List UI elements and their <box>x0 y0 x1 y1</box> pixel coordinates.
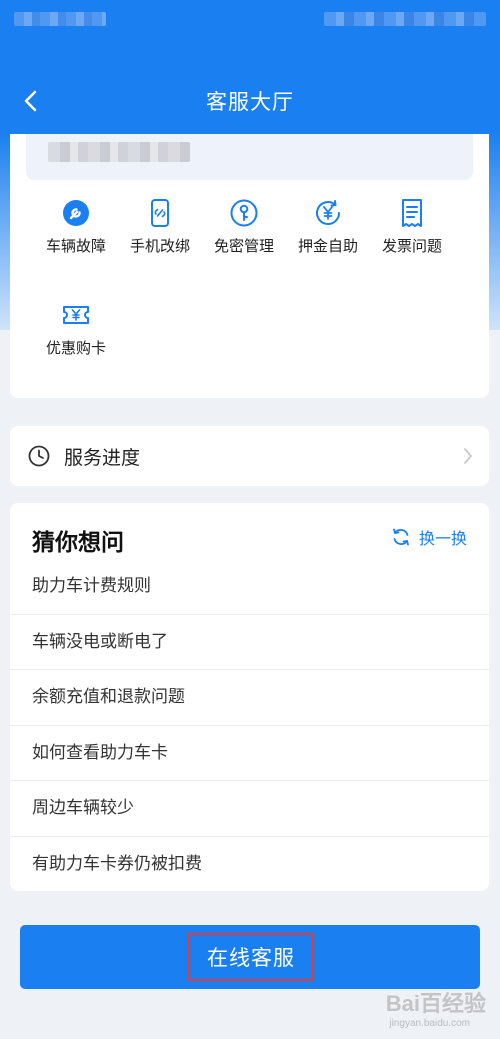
clock-icon <box>28 445 50 467</box>
yen-refresh-icon <box>311 196 345 230</box>
faq-item[interactable]: 周边车辆较少 <box>10 781 489 837</box>
tool-label: 发票问题 <box>381 237 442 255</box>
nav-bar: 客服大厅 <box>0 66 500 136</box>
online-service-label: 在线客服 <box>188 933 314 981</box>
tool-password-free[interactable]: 免密管理 <box>208 196 280 256</box>
faq-item[interactable]: 助力车计费规则 <box>10 559 489 615</box>
faq-item[interactable]: 如何查看助力车卡 <box>10 726 489 781</box>
watermark-url: jingyan.baidu.com <box>389 1018 470 1029</box>
invoice-icon <box>395 196 429 230</box>
coupon-card-icon <box>59 298 93 332</box>
tool-label: 车辆故障 <box>45 237 106 255</box>
tool-label: 免密管理 <box>213 237 274 255</box>
faq-item[interactable]: 有助力车卡券仍被扣费 <box>10 837 489 893</box>
faq-item[interactable]: 车辆没电或断电了 <box>10 615 489 670</box>
key-icon <box>227 196 261 230</box>
status-bar-left-blurred <box>14 12 106 26</box>
refresh-label: 换一换 <box>418 529 467 548</box>
tool-vehicle-fault[interactable]: 车辆故障 <box>40 196 112 256</box>
tool-invoice[interactable]: 发票问题 <box>376 196 448 256</box>
tool-discount-card[interactable]: 优惠购卡 <box>40 298 112 358</box>
refresh-icon <box>393 528 409 546</box>
wrench-icon <box>59 196 93 230</box>
faq-title: 猜你想问 <box>32 530 124 556</box>
tool-phone-rebind[interactable]: 手机改绑 <box>124 196 196 256</box>
faq-item[interactable]: 余额充值和退款问题 <box>10 670 489 726</box>
phone-link-icon <box>143 196 177 230</box>
online-service-button[interactable]: 在线客服 <box>20 925 480 989</box>
service-progress-label: 服务进度 <box>64 447 141 469</box>
tool-deposit-self-service[interactable]: 押金自助 <box>292 196 364 256</box>
tool-label: 优惠购卡 <box>45 339 106 357</box>
chevron-right-icon <box>464 448 473 464</box>
status-bar-right-blurred <box>324 12 486 26</box>
faq-list: 助力车计费规则 车辆没电或断电了 余额充值和退款问题 如何查看助力车卡 周边车辆… <box>10 559 489 892</box>
refresh-button[interactable]: 换一换 <box>391 525 467 549</box>
status-bar <box>0 0 500 40</box>
tools-card: 车辆故障 手机改绑 免密管理 押金自助 发票问题 优惠购卡 <box>10 134 489 398</box>
watermark-logo: Bai百经验 <box>385 991 486 1016</box>
page-title: 客服大厅 <box>206 90 294 114</box>
tool-label: 手机改绑 <box>129 237 190 255</box>
user-info-bar <box>26 134 473 180</box>
service-progress-row[interactable]: 服务进度 <box>10 426 489 486</box>
tool-label: 押金自助 <box>297 237 358 255</box>
user-info-blurred <box>48 142 190 162</box>
faq-card: 猜你想问 换一换 助力车计费规则 车辆没电或断电了 余额充值和退款问题 如何查看… <box>10 503 489 891</box>
